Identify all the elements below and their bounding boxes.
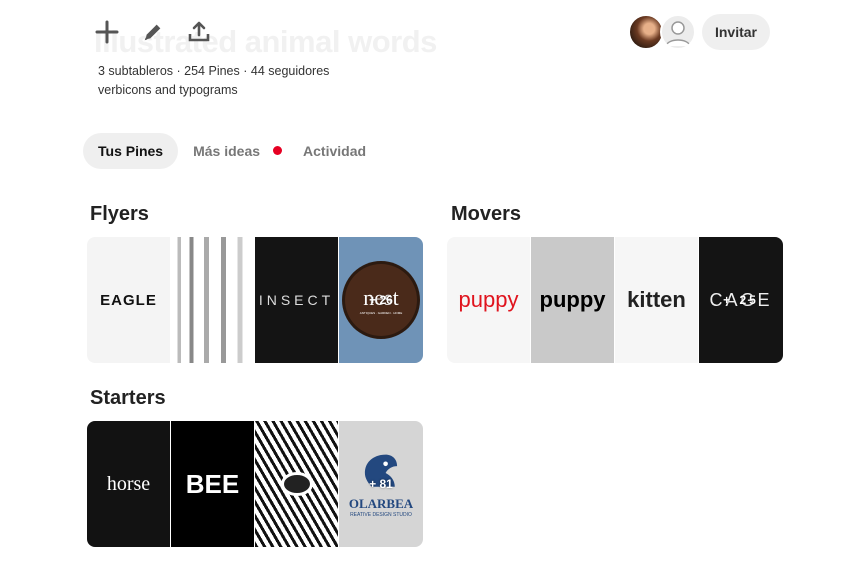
more-pins-count: + 81 — [369, 477, 393, 491]
tab-actividad[interactable]: Actividad — [288, 133, 381, 169]
avatar[interactable] — [628, 14, 664, 50]
board-toolbar — [94, 18, 212, 46]
section-flyers[interactable]: EAGLE INSECT nest ANTIQUES · GARDEN · HO… — [87, 237, 423, 363]
section-title-movers: Movers — [451, 203, 522, 225]
pin-thumbnail[interactable]: horse — [87, 421, 170, 547]
user-icon — [665, 21, 691, 47]
pencil-icon — [144, 24, 161, 41]
more-pins-count: + 26 — [369, 293, 393, 307]
add-pin-button[interactable] — [94, 18, 120, 46]
section-movers[interactable]: puppy puppy kitten CAGE + 25 — [447, 237, 783, 363]
section-title-flyers: Flyers — [90, 203, 149, 225]
pin-thumbnail[interactable]: BEE — [171, 421, 254, 547]
pin-thumbnail[interactable] — [171, 237, 254, 363]
board-description: verbicons and typograms — [98, 83, 238, 97]
board-tabs: Tus Pines Más ideas Actividad — [83, 133, 381, 169]
pin-thumbnail[interactable]: OLARBEA REATIVE DESIGN STUDIO + 81 — [339, 421, 423, 547]
pin-thumbnail[interactable] — [255, 421, 338, 547]
board-stats: 3 subtableros · 254 Pines · 44 seguidore… — [98, 64, 330, 78]
more-pins-count: + 25 — [723, 293, 759, 307]
notification-dot — [273, 146, 283, 155]
collaborators[interactable] — [628, 14, 698, 50]
pin-thumbnail[interactable]: INSECT — [255, 237, 338, 363]
section-starters[interactable]: horse BEE OLARBEA REATIVE DESIGN STUDIO … — [87, 421, 423, 547]
tab-mas-ideas[interactable]: Más ideas — [178, 133, 288, 169]
tab-tus-pines[interactable]: Tus Pines — [83, 133, 179, 169]
pin-thumbnail[interactable]: nest ANTIQUES · GARDEN · HOME + 26 — [339, 237, 423, 363]
edit-board-button[interactable] — [140, 18, 166, 46]
share-icon — [188, 21, 210, 42]
invite-button[interactable]: Invitar — [702, 14, 770, 50]
avatar-placeholder[interactable] — [660, 14, 696, 50]
section-title-starters: Starters — [90, 387, 166, 409]
zebra-eye — [280, 472, 313, 496]
pin-thumbnail[interactable]: kitten — [615, 237, 698, 363]
plus-icon — [95, 20, 119, 44]
pin-thumbnail[interactable]: puppy — [531, 237, 614, 363]
share-board-button[interactable] — [186, 18, 212, 46]
pin-thumbnail[interactable]: CAGE + 25 — [699, 237, 783, 363]
pin-thumbnail[interactable]: puppy — [447, 237, 530, 363]
pin-thumbnail[interactable]: EAGLE — [87, 237, 170, 363]
